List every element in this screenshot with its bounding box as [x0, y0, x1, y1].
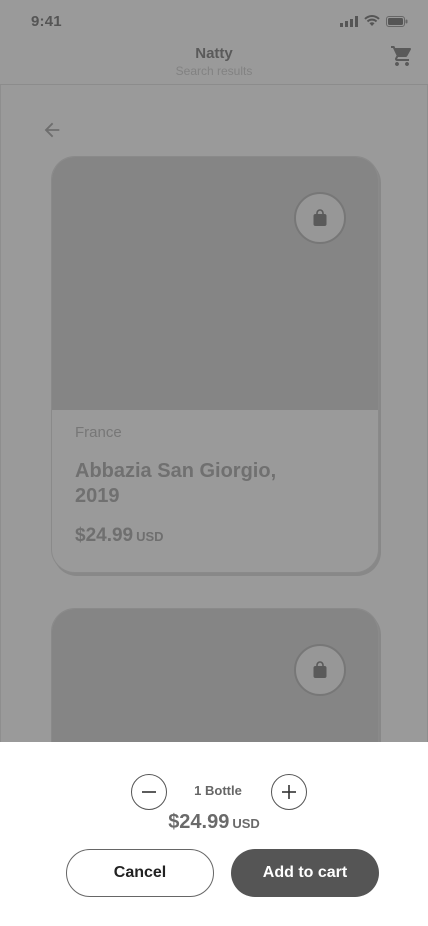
- total-price: $24.99 USD: [0, 811, 428, 834]
- arrow-left-icon: [44, 122, 60, 138]
- back-button[interactable]: [41, 119, 63, 141]
- quantity-label: 1 Bottle: [194, 783, 242, 798]
- decrease-quantity-button[interactable]: [131, 774, 167, 810]
- app-header: Natty Search results: [0, 44, 428, 85]
- plus-icon: [282, 785, 296, 799]
- add-to-cart-button[interactable]: Add to cart: [231, 849, 379, 897]
- product-name: Abbazia San Giorgio, 2019: [75, 460, 277, 507]
- minus-icon: [142, 791, 156, 793]
- add-to-bag-button[interactable]: [294, 644, 346, 696]
- cart-button[interactable]: [390, 44, 414, 68]
- page-subtitle: Search results: [175, 64, 253, 78]
- cellular-signal-icon: [340, 15, 358, 27]
- add-to-bag-button[interactable]: [294, 192, 346, 244]
- product-card[interactable]: France Abbazia San Giorgio, 2019 $24.99 U…: [51, 156, 379, 573]
- results-content: France Abbazia San Giorgio, 2019 $24.99 U…: [0, 85, 428, 808]
- cart-icon: [391, 46, 412, 66]
- increase-quantity-button[interactable]: [271, 774, 307, 810]
- cancel-button[interactable]: Cancel: [66, 849, 214, 897]
- product-price: $24.99 USD: [75, 525, 164, 547]
- product-region: France: [75, 424, 122, 441]
- shopping-bag-icon: [313, 209, 327, 226]
- page-title: Natty: [195, 45, 233, 62]
- total-price-currency: USD: [232, 816, 260, 831]
- status-bar: 9:41: [0, 0, 428, 44]
- total-price-value: $24.99: [168, 811, 230, 833]
- wifi-icon: [364, 15, 380, 26]
- add-to-cart-sheet: 1 Bottle $24.99 USD Cancel Add to cart: [0, 742, 428, 926]
- status-time: 9:41: [31, 13, 62, 30]
- product-currency: USD: [136, 529, 164, 544]
- battery-icon: [386, 15, 408, 27]
- shopping-bag-icon: [313, 661, 327, 678]
- status-icons: [340, 15, 408, 27]
- product-price-value: $24.99: [75, 525, 134, 546]
